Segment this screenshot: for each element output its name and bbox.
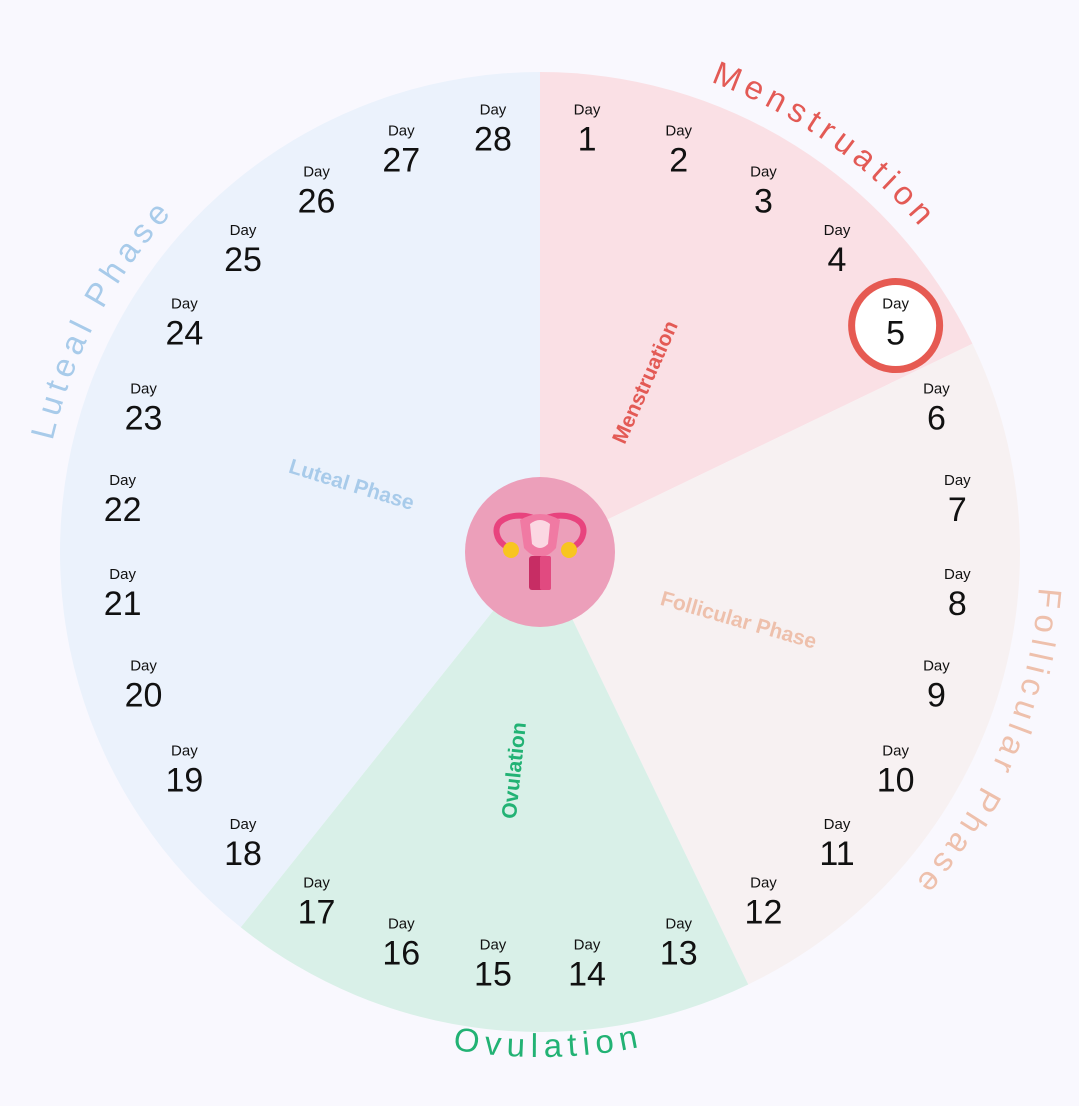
day-marker[interactable]: Day 18 [224,816,262,873]
day-number: 14 [568,955,606,993]
day-caption: Day [882,742,909,759]
day-caption: Day [230,816,257,833]
day-caption: Day [171,296,198,313]
day-caption: Day [824,222,851,239]
day-number: 8 [948,585,967,623]
day-number: 7 [948,491,967,529]
day-number: 12 [745,894,783,932]
day-caption: Day [303,163,330,180]
day-caption: Day [665,123,692,140]
day-marker[interactable]: Day 10 [877,742,915,799]
day-number: 20 [125,677,163,715]
day-caption: Day [130,380,157,397]
day-number: 15 [474,955,512,993]
day-marker[interactable]: Day 13 [660,915,698,972]
day-marker[interactable]: Day 23 [125,380,163,437]
day-marker[interactable]: Day 27 [382,123,420,180]
day-caption: Day [824,816,851,833]
day-number: 13 [660,934,698,972]
day-number: 17 [298,894,336,932]
day-number: 1 [578,121,597,159]
day-marker[interactable]: Day 28 [474,102,512,159]
day-caption: Day [882,296,909,313]
day-number: 9 [927,677,946,715]
day-caption: Day [944,566,971,583]
day-number: 27 [382,142,420,180]
day-caption: Day [388,915,415,932]
day-marker[interactable]: Day 14 [568,936,606,993]
day-number: 22 [104,491,142,529]
day-marker[interactable]: Day 17 [298,875,336,932]
day-marker[interactable]: Day 16 [382,915,420,972]
day-marker[interactable]: Day 12 [745,875,783,932]
day-marker[interactable]: Day 20 [125,658,163,715]
day-marker[interactable]: Day 22 [104,472,142,529]
day-caption: Day [303,875,330,892]
day-caption: Day [230,222,257,239]
day-number: 26 [298,182,336,220]
day-caption: Day [109,472,136,489]
day-number: 11 [819,835,854,873]
day-caption: Day [171,742,198,759]
day-marker[interactable]: Day 25 [224,222,262,279]
center-disc [465,477,615,627]
day-marker[interactable]: Day 24 [165,296,203,353]
day-caption: Day [480,102,507,119]
day-marker-current[interactable]: Day 5 [848,278,944,374]
cycle-wheel: MenstruationFollicular PhaseOvulationLut… [23,54,1063,1064]
day-number: 6 [927,399,946,437]
day-caption: Day [130,658,157,675]
day-caption: Day [750,163,777,180]
day-number: 28 [474,121,512,159]
day-marker[interactable]: Day 11 [819,816,854,873]
day-caption: Day [750,875,777,892]
day-number: 10 [877,761,915,799]
day-number: 19 [165,761,203,799]
day-number: 4 [828,241,847,279]
day-caption: Day [923,380,950,397]
day-marker[interactable]: Day 26 [298,163,336,220]
day-number: 2 [669,142,688,180]
day-number: 18 [224,835,262,873]
day-marker[interactable]: Day 15 [474,936,512,993]
day-number: 25 [224,241,262,279]
day-number: 21 [104,585,142,623]
day-caption: Day [574,102,601,119]
day-number: 5 [886,315,905,353]
day-caption: Day [480,936,507,953]
day-number: 3 [754,182,773,220]
day-caption: Day [574,936,601,953]
day-number: 24 [165,315,203,353]
day-number: 23 [125,399,163,437]
day-caption: Day [665,915,692,932]
day-caption: Day [388,123,415,140]
day-marker[interactable]: Day 19 [165,742,203,799]
day-marker[interactable]: Day 21 [104,566,142,623]
day-caption: Day [109,566,136,583]
day-number: 16 [382,934,420,972]
day-caption: Day [944,472,971,489]
day-caption: Day [923,658,950,675]
